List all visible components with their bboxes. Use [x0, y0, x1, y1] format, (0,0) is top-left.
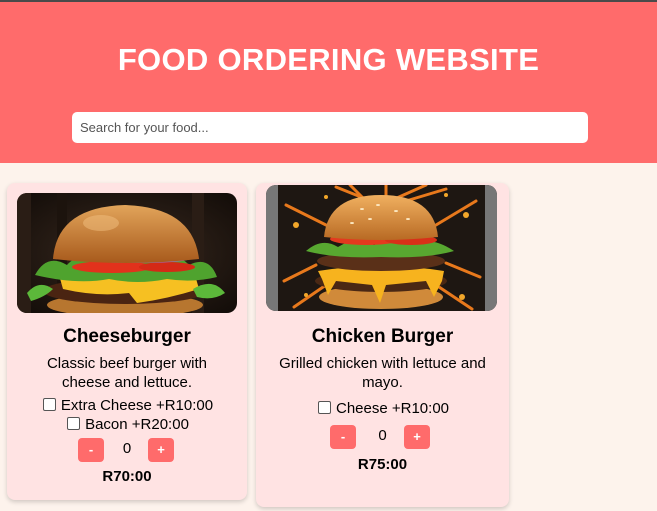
- product-card-cheeseburger: Cheeseburger Classic beef burger with ch…: [7, 183, 247, 500]
- product-options: Cheese +R10:00: [268, 399, 497, 418]
- product-price: R75:00: [357, 456, 408, 473]
- product-name: Cheeseburger: [63, 326, 191, 347]
- product-description: Grilled chicken with lettuce and mayo.: [279, 355, 486, 391]
- quantity-stepper: - 0 +: [7, 438, 247, 462]
- cheese-checkbox[interactable]: [318, 401, 331, 414]
- option-cheese: Cheese +R10:00: [316, 400, 449, 417]
- quantity-value: 0: [122, 440, 132, 457]
- extra-cheese-checkbox[interactable]: [42, 398, 56, 411]
- product-price: R70:00: [102, 468, 152, 485]
- option-label: Cheese +R10:00: [336, 400, 449, 417]
- quantity-stepper: - 0 +: [256, 425, 509, 449]
- chicken-burger-image: [266, 185, 497, 311]
- site-header: FOOD ORDERING WEBSITE: [0, 2, 657, 163]
- product-card-chicken-burger: Chicken Burger Grilled chicken with lett…: [256, 183, 509, 507]
- quantity-value: 0: [378, 427, 387, 444]
- option-bacon: Bacon +R20:00: [65, 416, 189, 433]
- increase-quantity-button[interactable]: +: [148, 438, 174, 462]
- option-label: Extra Cheese +R10:00: [60, 397, 214, 414]
- option-extra-cheese: Extra Cheese +R10:00: [41, 397, 213, 414]
- search-input[interactable]: [72, 112, 588, 143]
- bacon-checkbox[interactable]: [67, 417, 81, 430]
- product-options: Extra Cheese +R10:00 Bacon +R20:00: [19, 396, 235, 434]
- page-title: FOOD ORDERING WEBSITE: [117, 42, 540, 77]
- increase-quantity-button[interactable]: +: [404, 425, 430, 449]
- cheeseburger-image: [17, 193, 237, 313]
- product-name: Chicken Burger: [311, 326, 454, 347]
- option-label: Bacon +R20:00: [85, 416, 189, 433]
- product-description: Classic beef burger with cheese and lett…: [46, 355, 208, 391]
